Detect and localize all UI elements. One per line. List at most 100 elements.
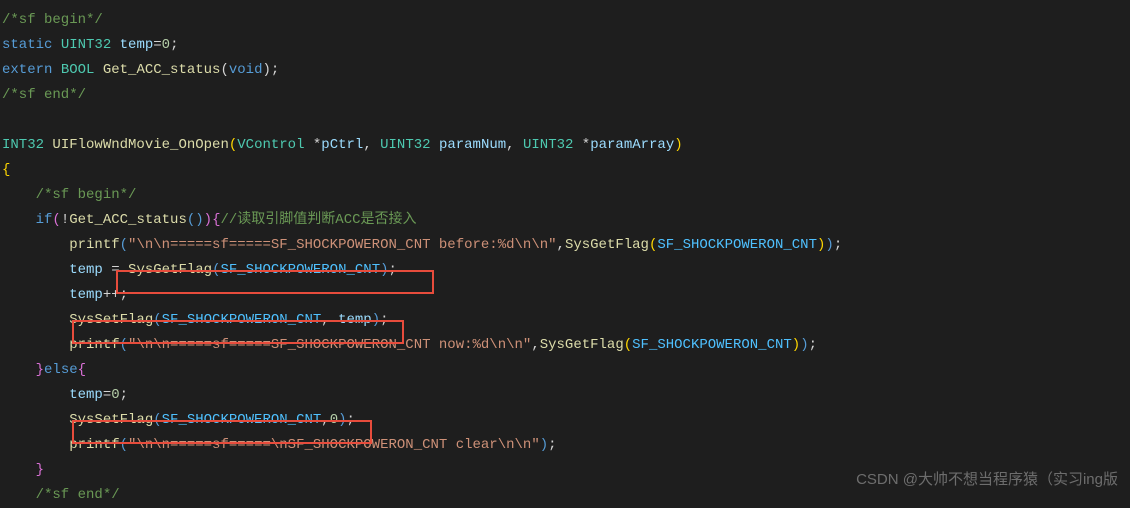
- code-line[interactable]: printf("\n\n=====sf=====SF_SHOCKPOWERON_…: [2, 333, 1130, 358]
- paren: (: [229, 137, 237, 153]
- operator: ++: [103, 287, 120, 303]
- code-line[interactable]: printf("\n\n=====sf=====\nSF_SHOCKPOWERO…: [2, 433, 1130, 458]
- indent: [2, 462, 36, 478]
- code-line[interactable]: temp++;: [2, 283, 1130, 308]
- operator: =: [103, 387, 111, 403]
- paren: (: [120, 337, 128, 353]
- code-line[interactable]: extern BOOL Get_ACC_status(void);: [2, 58, 1130, 83]
- function-call: printf: [69, 437, 119, 453]
- paren: ): [800, 337, 808, 353]
- code-line[interactable]: if(!Get_ACC_status()){//读取引脚值判断ACC是否接入: [2, 208, 1130, 233]
- param: paramNum: [439, 137, 506, 153]
- indent: [2, 412, 69, 428]
- code-line[interactable]: printf("\n\n=====sf=====SF_SHOCKPOWERON_…: [2, 233, 1130, 258]
- comma: ,: [321, 312, 338, 328]
- semicolon: ;: [271, 62, 279, 78]
- operator: !: [61, 212, 69, 228]
- code-line[interactable]: static UINT32 temp=0;: [2, 33, 1130, 58]
- code-line[interactable]: SysSetFlag(SF_SHOCKPOWERON_CNT, temp);: [2, 308, 1130, 333]
- function-call: Get_ACC_status: [69, 212, 187, 228]
- operator: =: [103, 262, 128, 278]
- paren: ): [825, 237, 833, 253]
- code-line[interactable]: /*sf begin*/: [2, 8, 1130, 33]
- code-line[interactable]: temp=0;: [2, 383, 1130, 408]
- semicolon: ;: [120, 387, 128, 403]
- constant: SF_SHOCKPOWERON_CNT: [162, 312, 322, 328]
- indent: [2, 237, 69, 253]
- comment-text: /*sf begin*/: [2, 12, 103, 28]
- indent: [2, 262, 69, 278]
- comma: ,: [506, 137, 523, 153]
- type: VControl: [237, 137, 304, 153]
- function-call: SysGetFlag: [540, 337, 624, 353]
- code-line[interactable]: /*sf begin*/: [2, 183, 1130, 208]
- indent: [2, 337, 69, 353]
- indent: [2, 437, 69, 453]
- code-line[interactable]: }else{: [2, 358, 1130, 383]
- code-line[interactable]: INT32 UIFlowWndMovie_OnOpen(VControl *pC…: [2, 133, 1130, 158]
- brace: }: [36, 462, 44, 478]
- paren: (: [120, 237, 128, 253]
- param: pCtrl: [321, 137, 363, 153]
- watermark-text: CSDN @大帅不想当程序猿（实习ing版: [856, 467, 1118, 492]
- code-line[interactable]: temp = SysGetFlag(SF_SHOCKPOWERON_CNT);: [2, 258, 1130, 283]
- keyword: void: [229, 62, 263, 78]
- type: UINT32: [380, 137, 430, 153]
- comma: ,: [531, 337, 539, 353]
- comment-text: //读取引脚值判断ACC是否接入: [220, 212, 416, 228]
- variable: temp: [69, 387, 103, 403]
- type: BOOL: [52, 62, 94, 78]
- semicolon: ;: [834, 237, 842, 253]
- string-literal: "\n\n=====sf=====SF_SHOCKPOWERON_CNT now…: [128, 337, 531, 353]
- brace: }: [36, 362, 44, 378]
- constant: SF_SHOCKPOWERON_CNT: [657, 237, 817, 253]
- space: [431, 137, 439, 153]
- paren: ): [380, 262, 388, 278]
- paren: (: [220, 62, 228, 78]
- indent: [2, 312, 69, 328]
- comment-text: /*sf end*/: [2, 487, 120, 503]
- semicolon: ;: [380, 312, 388, 328]
- function-name: UIFlowWndMovie_OnOpen: [44, 137, 229, 153]
- code-line[interactable]: {: [2, 158, 1130, 183]
- code-line[interactable]: /*sf end*/: [2, 83, 1130, 108]
- semicolon: ;: [120, 287, 128, 303]
- number: 0: [111, 387, 119, 403]
- code-line[interactable]: SysSetFlag(SF_SHOCKPOWERON_CNT,0);: [2, 408, 1130, 433]
- paren: ): [262, 62, 270, 78]
- comma: ,: [557, 237, 565, 253]
- semicolon: ;: [347, 412, 355, 428]
- code-line[interactable]: [2, 108, 1130, 133]
- variable: temp: [69, 287, 103, 303]
- keyword: extern: [2, 62, 52, 78]
- constant: SF_SHOCKPOWERON_CNT: [632, 337, 792, 353]
- constant: SF_SHOCKPOWERON_CNT: [162, 412, 322, 428]
- indent: [2, 387, 69, 403]
- paren: (: [153, 412, 161, 428]
- type: UINT32: [52, 37, 111, 53]
- comment-text: /*sf end*/: [2, 87, 86, 103]
- paren: ): [204, 212, 212, 228]
- function-name: Get_ACC_status: [94, 62, 220, 78]
- string-literal: "\n\n=====sf=====SF_SHOCKPOWERON_CNT bef…: [128, 237, 556, 253]
- operator: *: [304, 137, 321, 153]
- comma: ,: [321, 412, 329, 428]
- brace: {: [78, 362, 86, 378]
- function-call: printf: [69, 337, 119, 353]
- variable: temp: [338, 312, 372, 328]
- constant: SF_SHOCKPOWERON_CNT: [220, 262, 380, 278]
- param: paramArray: [590, 137, 674, 153]
- function-call: SysGetFlag: [128, 262, 212, 278]
- function-call: SysSetFlag: [69, 312, 153, 328]
- paren: (: [120, 437, 128, 453]
- paren: (: [153, 312, 161, 328]
- semicolon: ;: [170, 37, 178, 53]
- function-call: SysGetFlag: [565, 237, 649, 253]
- paren: (): [187, 212, 204, 228]
- number: 0: [162, 37, 170, 53]
- variable: temp: [69, 262, 103, 278]
- indent: [2, 212, 36, 228]
- comment-text: /*sf begin*/: [2, 187, 136, 203]
- variable: temp: [111, 37, 153, 53]
- semicolon: ;: [548, 437, 556, 453]
